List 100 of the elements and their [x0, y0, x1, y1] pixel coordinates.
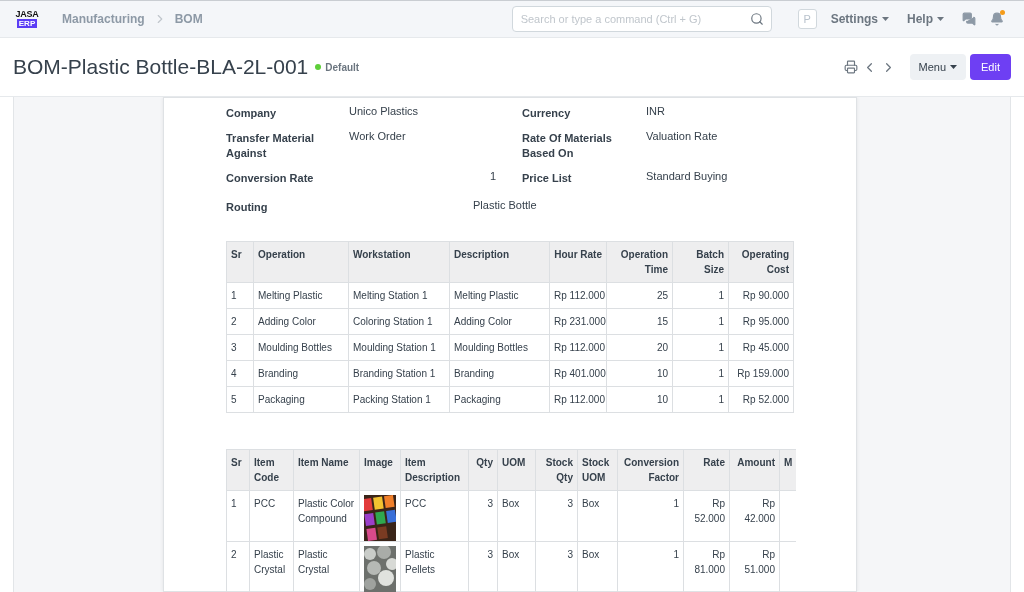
column-header: Operation	[253, 241, 349, 283]
print-icon[interactable]	[843, 60, 858, 74]
table-cell: Rp 52.000	[683, 490, 730, 542]
logo[interactable]: JASA ERP	[14, 10, 40, 28]
table-cell: PCC	[249, 490, 294, 542]
table-cell: 20	[606, 334, 673, 361]
nav-menu[interactable]: Settings	[826, 12, 893, 26]
table-cell: 4	[226, 360, 254, 387]
breadcrumb-link[interactable]: Manufacturing	[62, 12, 145, 26]
column-header: Rate	[683, 449, 730, 491]
table-cell: 3	[468, 490, 498, 542]
caret-icon	[937, 17, 944, 21]
table-cell: 1	[672, 334, 729, 361]
table-cell: Branding	[449, 360, 550, 387]
table-cell: 15	[606, 308, 673, 335]
table-cell: 2	[226, 541, 250, 592]
search-icon	[749, 12, 764, 26]
column-header: Sr	[226, 449, 250, 491]
field-value: Work Order	[349, 129, 407, 144]
field-label: Rate Of Materials Based On	[522, 131, 613, 161]
table-cell: 1	[617, 490, 684, 542]
column-header: Qty	[468, 449, 498, 491]
table-cell: 3	[535, 490, 578, 542]
table-cell: Packaging	[253, 386, 349, 413]
field-value: Standard Buying	[646, 169, 729, 184]
table-cell: Packaging	[449, 386, 550, 413]
column-header: Stock UOM	[577, 449, 618, 491]
table-cell: Moulding Bottles	[449, 334, 550, 361]
field-label: Currency	[522, 106, 572, 121]
table-cell: Rp 231.000	[549, 308, 607, 335]
table-cell: Moulding Station 1	[348, 334, 450, 361]
breadcrumb-link[interactable]: BOM	[174, 12, 203, 26]
column-header: Hour Rate	[549, 241, 607, 283]
table-cell: 1	[672, 282, 729, 309]
table-cell: Box	[577, 490, 618, 542]
column-header: Item Name	[293, 449, 360, 491]
column-header: Operation Time	[606, 241, 673, 283]
status-indicator: Default	[315, 61, 360, 73]
table-cell: 5	[226, 386, 254, 413]
table-cell: Adding Color	[253, 308, 349, 335]
table-cell: Rp 112.000	[549, 282, 607, 309]
table-cell: Melting Station 1	[348, 282, 450, 309]
column-header: Conversion Factor	[617, 449, 684, 491]
table-cell: Rp 45.000	[728, 334, 794, 361]
column-header: Workstation	[348, 241, 450, 283]
table-cell: Rp 95.000	[728, 308, 794, 335]
column-header: Image	[359, 449, 401, 491]
table-cell: Adding Color	[449, 308, 550, 335]
field-label: Conversion Rate	[226, 171, 315, 186]
column-header: Item Code	[249, 449, 294, 491]
column-header: Description	[449, 241, 550, 283]
table-cell: Branding Station 1	[348, 360, 450, 387]
column-header: Amount	[729, 449, 780, 491]
table-cell: Rp 90.000	[728, 282, 794, 309]
field-value: Unico Plastics	[349, 104, 420, 119]
column-header: Operating Cost	[728, 241, 794, 283]
table-cell: 10	[606, 386, 673, 413]
caret-icon	[950, 65, 958, 69]
field-label: Company	[226, 106, 278, 121]
table-cell: Rp 42.000	[729, 490, 780, 542]
table-cell: Melting Plastic	[449, 282, 550, 309]
field-value: INR	[646, 104, 666, 119]
field-value: Valuation Rate	[646, 129, 719, 144]
caret-icon	[882, 17, 889, 21]
table-cell: 3	[226, 334, 254, 361]
field-value: Plastic Bottle	[473, 198, 538, 213]
notification-icon[interactable]	[990, 12, 1004, 26]
table-cell: Rp 159.000	[728, 360, 794, 387]
nav-menu[interactable]: Help	[903, 12, 948, 26]
logo-text: JASA	[15, 10, 39, 19]
column-header: Sr	[226, 241, 254, 283]
table-cell: Rp 112.000	[549, 386, 607, 413]
table-cell: Rp 52.000	[728, 386, 794, 413]
table-cell: Plastic Color Compound	[293, 490, 360, 542]
field-value: 1	[488, 169, 497, 184]
table-cell: 1	[672, 360, 729, 387]
table-cell: 25	[606, 282, 673, 309]
search-field[interactable]: Search or type a command (Ctrl + G)	[511, 6, 772, 32]
table-cell: Box	[497, 490, 536, 542]
table-cell: 1	[672, 386, 729, 413]
field-label: Transfer Material Against	[226, 131, 316, 161]
menu-button[interactable]: Menu	[909, 54, 967, 80]
table-cell: PCC	[400, 490, 469, 542]
table-cell: Coloring Station 1	[348, 308, 450, 335]
chat-icon[interactable]	[962, 12, 976, 26]
table-cell: Melting Plastic	[253, 282, 349, 309]
table-cell: Rp 112.000	[549, 334, 607, 361]
logo-badge: ERP	[16, 19, 38, 28]
edit-button[interactable]: Edit	[970, 54, 1011, 80]
table-cell: Branding	[253, 360, 349, 387]
field-label: Routing	[226, 200, 269, 215]
table-cell: Rp 401.000	[549, 360, 607, 387]
table-cell: 1	[226, 282, 254, 309]
column-header: Stock Qty	[535, 449, 578, 491]
table-cell: 1	[226, 490, 250, 542]
table-cell: 10	[606, 360, 673, 387]
table-cell: 1	[672, 308, 729, 335]
column-header: Batch Size	[672, 241, 729, 283]
field-label: Price List	[522, 171, 573, 186]
column-header: Item Description	[400, 449, 469, 491]
